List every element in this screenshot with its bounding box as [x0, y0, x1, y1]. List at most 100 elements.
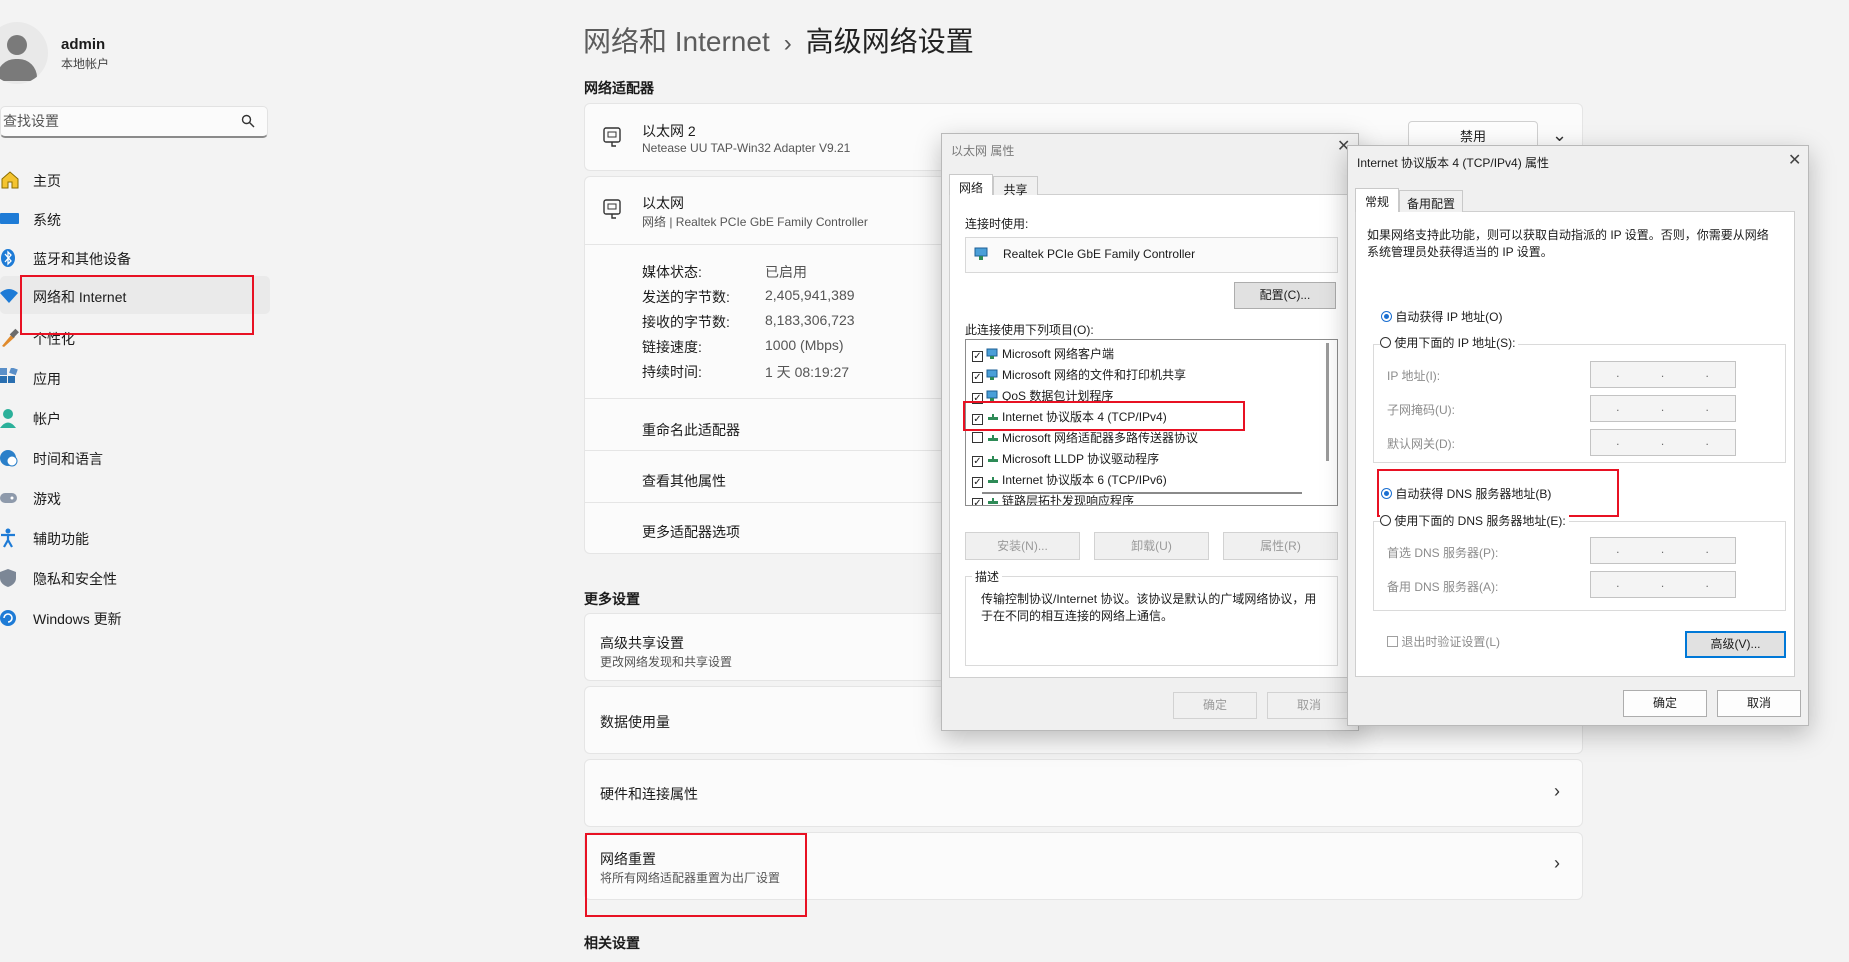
- avatar[interactable]: [0, 22, 48, 84]
- update-icon: [0, 610, 16, 626]
- detail-value: 已启用: [765, 264, 807, 280]
- list-item[interactable]: ✓ Microsoft 网络的文件和打印机共享: [972, 366, 1186, 384]
- rename-adapter-link[interactable]: 重命名此适配器: [642, 420, 740, 440]
- cancel-button[interactable]: 取消: [1717, 690, 1801, 717]
- settings-card-hardware[interactable]: [584, 759, 1583, 827]
- user-name: admin: [61, 36, 106, 53]
- adapter2-name: 以太网: [642, 195, 684, 211]
- preferred-dns-field[interactable]: . . .: [1590, 537, 1736, 564]
- sidebar-item-apps[interactable]: 应用: [0, 358, 270, 396]
- account-icon: [0, 409, 16, 428]
- intro-text: 如果网络支持此功能，则可以获取自动指派的 IP 设置。否则，你需要从网络系统管理…: [1367, 228, 1769, 259]
- tab-network[interactable]: 网络: [949, 174, 993, 195]
- list-item[interactable]: Microsoft 网络适配器多路传送器协议: [972, 429, 1198, 447]
- tab-sharing[interactable]: 共享: [993, 176, 1038, 197]
- default-gateway-field[interactable]: . . .: [1590, 429, 1736, 456]
- more-adapter-options-link[interactable]: 更多适配器选项: [642, 522, 740, 542]
- globe-clock-icon: [0, 450, 18, 467]
- sidebar-item-gaming[interactable]: 游戏: [0, 478, 270, 516]
- card-title: 硬件和连接属性: [600, 786, 698, 802]
- auto-ip-radio[interactable]: 自动获得 IP 地址(O): [1381, 308, 1502, 325]
- sidebar-item-home[interactable]: 主页: [0, 160, 270, 198]
- page-title: 高级网络设置: [805, 26, 974, 57]
- install-button[interactable]: 安装(N)...: [965, 532, 1080, 560]
- configure-button[interactable]: 配置(C)...: [1234, 282, 1336, 309]
- ip-address-label: IP 地址(I):: [1387, 369, 1441, 383]
- search-box[interactable]: [0, 106, 268, 138]
- sidebar-item-label: 主页: [33, 173, 61, 189]
- list-item[interactable]: ✓ 链路层拓扑发现响应程序: [972, 492, 1134, 505]
- alternate-dns-label: 备用 DNS 服务器(A):: [1387, 580, 1499, 594]
- checkbox[interactable]: ✓: [972, 498, 983, 505]
- checkbox[interactable]: ✓: [972, 372, 983, 383]
- alternate-dns-field[interactable]: . . .: [1590, 571, 1736, 598]
- search-input[interactable]: [1, 107, 233, 135]
- validate-checkbox[interactable]: 退出时验证设置(L): [1387, 633, 1500, 650]
- sidebar-item-accounts[interactable]: 帐户: [0, 398, 270, 436]
- sidebar-item-accessibility[interactable]: 辅助功能: [0, 518, 270, 556]
- accessibility-icon: [1, 528, 15, 548]
- chevron-right-icon: ›: [1554, 853, 1560, 873]
- sidebar-item-label: 应用: [33, 371, 61, 387]
- checkbox[interactable]: [972, 432, 983, 443]
- checkbox[interactable]: [1387, 636, 1398, 647]
- tab-alternate-config[interactable]: 备用配置: [1399, 190, 1463, 212]
- uninstall-button[interactable]: 卸载(U): [1094, 532, 1209, 560]
- gamepad-icon: [0, 493, 17, 503]
- sidebar-item-system[interactable]: 系统: [0, 199, 270, 237]
- card-title: 高级共享设置: [600, 635, 684, 651]
- properties-button[interactable]: 属性(R): [1223, 532, 1338, 560]
- list-item[interactable]: ✓ Microsoft 网络客户端: [972, 345, 1114, 363]
- protocol-icon: [988, 456, 998, 462]
- highlight-box-network: [20, 275, 254, 335]
- breadcrumb-parent[interactable]: 网络和 Internet: [583, 26, 770, 57]
- system-icon: [0, 213, 19, 224]
- radio-button[interactable]: [1380, 515, 1391, 526]
- list-item[interactable]: ✓ Internet 协议版本 6 (TCP/IPv6): [972, 471, 1167, 489]
- ok-button[interactable]: 确定: [1173, 692, 1257, 719]
- ip-address-field[interactable]: . . .: [1590, 361, 1736, 388]
- sidebar-item-windows-update[interactable]: Windows 更新: [0, 598, 270, 636]
- tab-general[interactable]: 常规: [1355, 188, 1399, 212]
- vertical-scrollbar[interactable]: [1326, 343, 1329, 461]
- apps-icon: [0, 368, 18, 383]
- manual-ip-radio[interactable]: 使用下面的 IP 地址(S):: [1380, 334, 1519, 351]
- manual-dns-radio[interactable]: 使用下面的 DNS 服务器地址(E):: [1380, 512, 1569, 529]
- chevron-right-icon: ›: [783, 30, 792, 57]
- sidebar-item-bluetooth[interactable]: 蓝牙和其他设备: [0, 238, 270, 276]
- detail-value: 2,405,941,389: [765, 287, 855, 303]
- radio-button[interactable]: [1380, 337, 1391, 348]
- checkbox[interactable]: ✓: [972, 477, 983, 488]
- sidebar-item-label: 隐私和安全性: [33, 571, 117, 587]
- protocol-icon: [988, 435, 998, 441]
- adapter1-desc: Netease UU TAP-Win32 Adapter V9.21: [642, 141, 851, 155]
- checkbox[interactable]: ✓: [972, 456, 983, 467]
- adapter1-name: 以太网 2: [642, 123, 696, 139]
- section-label-related: 相关设置: [584, 935, 640, 951]
- checkbox[interactable]: ✓: [972, 351, 983, 362]
- highlight-box-auto-dns: [1377, 469, 1619, 517]
- search-icon[interactable]: [241, 114, 255, 128]
- subnet-mask-label: 子网掩码(U):: [1387, 403, 1455, 417]
- chevron-right-icon: ›: [1554, 781, 1560, 801]
- ipv4-properties-dialog: Internet 协议版本 4 (TCP/IPv4) 属性 ✕ 常规 备用配置 …: [1347, 145, 1809, 726]
- view-properties-link[interactable]: 查看其他属性: [642, 471, 726, 491]
- advanced-button[interactable]: 高级(V)...: [1685, 631, 1786, 658]
- default-gateway-label: 默认网关(D):: [1387, 437, 1455, 451]
- chevron-down-icon[interactable]: ⌄: [1552, 125, 1567, 146]
- ok-button[interactable]: 确定: [1623, 690, 1707, 717]
- sidebar-item-privacy[interactable]: 隐私和安全性: [0, 558, 270, 596]
- protocol-icon: [988, 477, 998, 483]
- radio-label: 使用下面的 DNS 服务器地址(E):: [1394, 514, 1566, 528]
- sidebar-item-label: Windows 更新: [33, 611, 122, 627]
- subnet-mask-field[interactable]: . . .: [1590, 395, 1736, 422]
- cancel-button[interactable]: 取消: [1267, 692, 1351, 719]
- sidebar-item-time-language[interactable]: 时间和语言: [0, 438, 270, 476]
- radio-button[interactable]: [1381, 311, 1392, 322]
- ethernet-adapter-icon: [603, 127, 621, 147]
- sidebar-item-label: 系统: [33, 212, 61, 228]
- radio-label: 使用下面的 IP 地址(S):: [1394, 336, 1516, 350]
- list-item[interactable]: ✓ Microsoft LLDP 协议驱动程序: [972, 450, 1159, 468]
- horizontal-scrollbar[interactable]: [982, 492, 1302, 494]
- close-icon[interactable]: ✕: [1788, 150, 1801, 170]
